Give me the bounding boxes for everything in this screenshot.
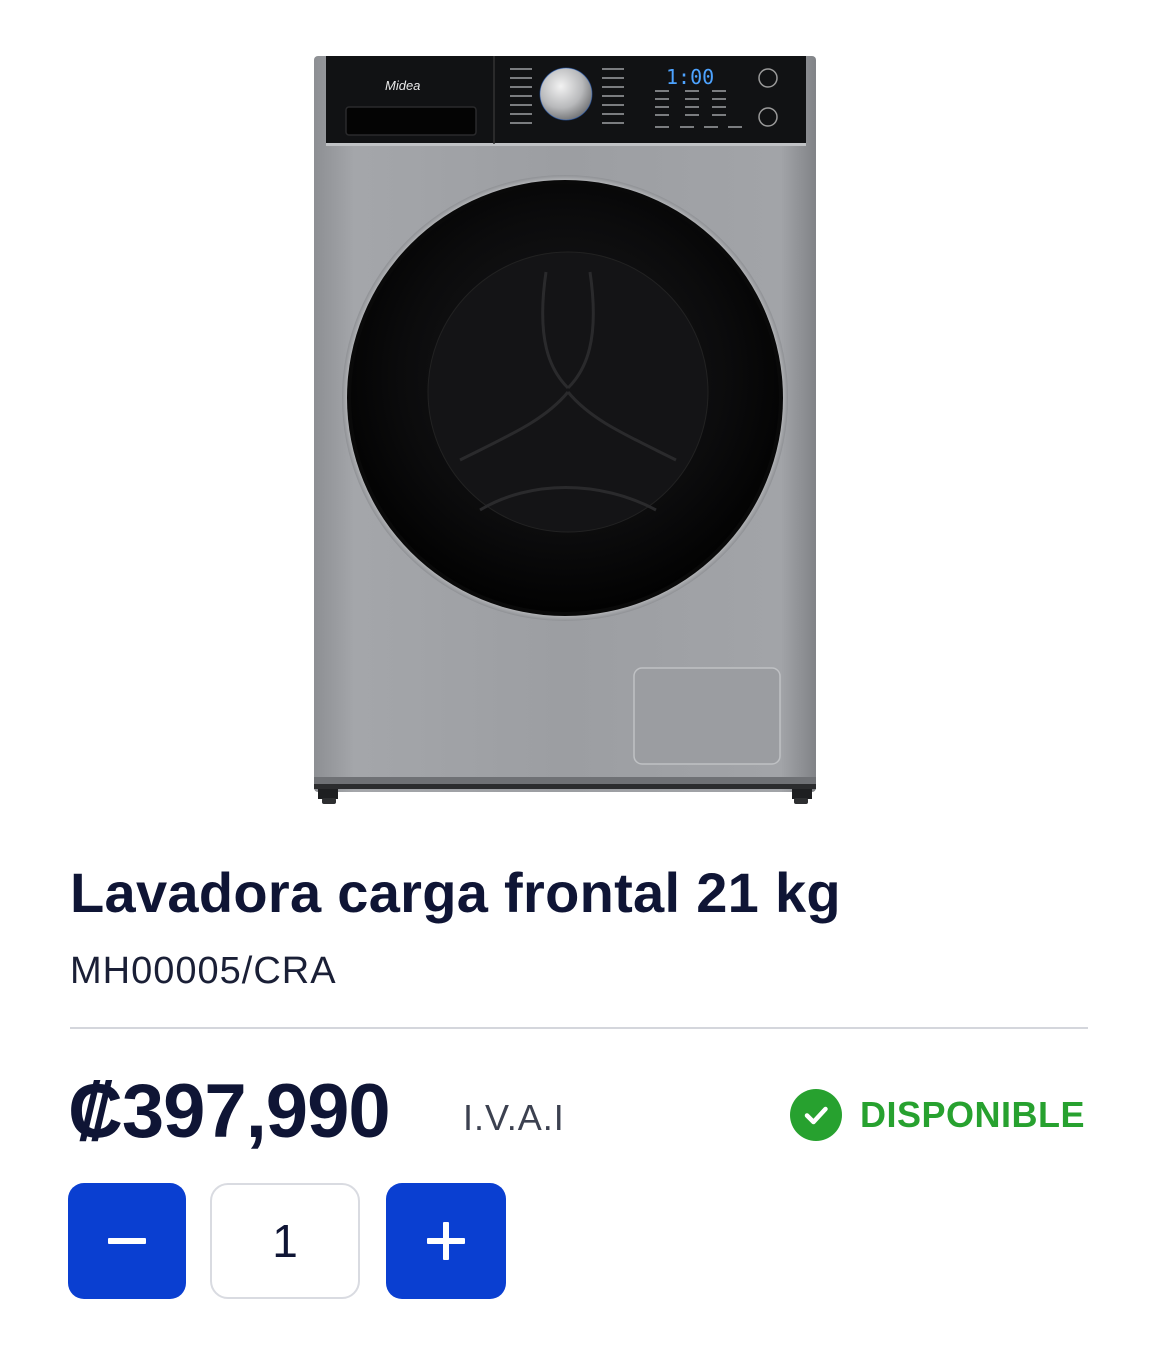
product-title: Lavadora carga frontal 21 kg (70, 861, 841, 924)
plus-icon (427, 1222, 465, 1260)
availability-status: DISPONIBLE (790, 1089, 1085, 1141)
increase-quantity-button[interactable] (386, 1183, 506, 1299)
display-time: 1:00 (666, 65, 714, 89)
product-price: ₡397,990 (68, 1069, 391, 1154)
check-circle-icon (790, 1089, 842, 1141)
product-sku: MH00005/CRA (70, 950, 337, 992)
availability-label: DISPONIBLE (860, 1094, 1086, 1135)
quantity-input[interactable] (210, 1183, 360, 1299)
decrease-quantity-button[interactable] (68, 1183, 186, 1299)
brand-logo: Midea (385, 78, 420, 93)
product-card: Midea 1:00 Lavadora carga frontal 21 kg … (0, 0, 1164, 1351)
tax-label: I.V.A.I (463, 1097, 565, 1138)
product-image: Midea 1:00 (314, 56, 816, 804)
minus-icon (108, 1238, 146, 1244)
divider (70, 1027, 1088, 1029)
